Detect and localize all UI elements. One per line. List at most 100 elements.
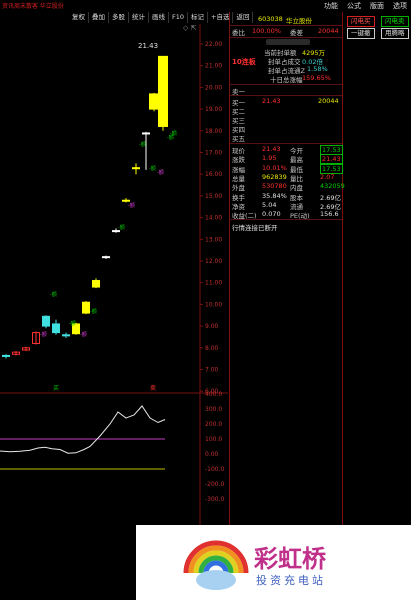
stat-value-left: 21.43 bbox=[262, 145, 281, 153]
indicator-axis-tick: -200.0 bbox=[205, 481, 225, 488]
price-axis-tick: 7.00 bbox=[205, 367, 219, 374]
stat-row: 换手 35.84% 股本 2.69亿 bbox=[230, 191, 342, 202]
toolbar-draw-button[interactable]: 画线 bbox=[149, 12, 169, 23]
stat-value-right: 432059 bbox=[320, 182, 345, 191]
candle-body[interactable] bbox=[122, 199, 130, 202]
volume-tag: -额 bbox=[170, 130, 177, 137]
toolbar-overlay-button[interactable]: 叠加 bbox=[89, 12, 109, 23]
candle-body[interactable] bbox=[132, 167, 140, 170]
toolbar-fuquan-button[interactable]: 复权 bbox=[69, 12, 89, 23]
watermark-title: 彩虹桥 bbox=[254, 545, 326, 573]
sell-signal-marker: 卖 bbox=[150, 385, 156, 392]
stat-row: 收益(二) 0.070 PE(动) 156.6 bbox=[230, 210, 342, 220]
toolbar-f10-button[interactable]: F10 bbox=[169, 12, 189, 23]
indicator-axis-tick: 200.0 bbox=[205, 421, 222, 428]
buy1-price: 21.43 bbox=[262, 97, 281, 105]
quote-panel: 603038 华立股份 委比 100.00% 委差 20044 10连板 当前封… bbox=[229, 12, 345, 600]
indicator-axis-tick: 100.0 bbox=[205, 436, 222, 443]
weibi-label: 委比 bbox=[232, 29, 245, 37]
stat-value-left: 0.070 bbox=[262, 210, 281, 219]
volume-tag: -额 bbox=[139, 141, 146, 148]
strategy-button[interactable]: 用腾略 bbox=[381, 28, 409, 39]
toolbar-stats-button[interactable]: 统计 bbox=[129, 12, 149, 23]
candle-body[interactable] bbox=[82, 301, 90, 314]
fengdan-value-3: 159.65% bbox=[302, 74, 331, 82]
candle-body[interactable] bbox=[158, 55, 168, 127]
stat-value-left: 1.95 bbox=[262, 154, 277, 163]
fengdan-label-3: 十日总涨幅 bbox=[270, 76, 303, 84]
candle-body[interactable] bbox=[42, 315, 50, 327]
menu-bar: 资讯周末散客 华立股份 功能 公式 版面 选项 bbox=[0, 0, 411, 11]
cancel-all-button[interactable]: 一键撤 bbox=[347, 28, 375, 39]
stat-row: 总量 962839 量比 2.07 bbox=[230, 172, 342, 183]
top-menu: 功能 公式 版面 选项 bbox=[324, 1, 407, 11]
flash-sell-button[interactable]: 闪电卖 bbox=[381, 16, 409, 27]
volume-tag: -额 bbox=[149, 165, 156, 172]
stat-value-right: 2.07 bbox=[320, 172, 335, 181]
price-axis-tick: 10.00 bbox=[205, 301, 222, 308]
watermark-subtitle: 投资充电站 bbox=[256, 574, 326, 587]
menu-item-formula[interactable]: 公式 bbox=[347, 1, 361, 11]
weicha-value: 20044 bbox=[318, 27, 339, 35]
volume-tag: -额 bbox=[157, 169, 164, 176]
stat-value-left: 962839 bbox=[262, 172, 287, 181]
stat-row: 外盘 530780 内盘 432059 bbox=[230, 182, 345, 192]
high-price-label: 21.43 bbox=[138, 42, 158, 50]
stat-row: 现价 21.43 今开 17.53 bbox=[230, 145, 343, 155]
stat-row: 涨幅 10.01% 最低 17.53 bbox=[230, 163, 343, 174]
order-ratio-bar bbox=[266, 39, 310, 45]
price-axis-tick: 12.00 bbox=[205, 258, 222, 265]
candle-body[interactable] bbox=[2, 354, 10, 357]
candle-body[interactable] bbox=[62, 334, 70, 337]
candle-body[interactable] bbox=[92, 280, 100, 288]
menu-item-options[interactable]: 选项 bbox=[393, 1, 407, 11]
chart-toolbar: 复权 叠加 多股 统计 画线 F10 标记 +自选 返回 bbox=[69, 12, 254, 23]
candle-body[interactable] bbox=[102, 256, 110, 259]
weibi-value: 100.00% bbox=[252, 27, 281, 35]
menu-item-function[interactable]: 功能 bbox=[324, 1, 338, 11]
price-axis-tick: 9.00 bbox=[205, 323, 219, 330]
volume-tag: -额 bbox=[80, 331, 87, 338]
volume-tag: -额 bbox=[69, 320, 76, 327]
candle-body[interactable] bbox=[149, 93, 159, 110]
indicator-axis-tick: -100.0 bbox=[205, 466, 225, 473]
watermark-logo: 彩虹桥 投资充电站 bbox=[136, 525, 411, 600]
price-axis-tick: 19.00 bbox=[205, 106, 222, 113]
price-axis-tick: 17.00 bbox=[205, 150, 222, 157]
price-axis-tick: 15.00 bbox=[205, 193, 222, 200]
price-axis-tick: 20.00 bbox=[205, 84, 222, 91]
toolbar-multi-stock-button[interactable]: 多股 bbox=[109, 12, 129, 23]
stat-value-left: 530780 bbox=[262, 182, 287, 191]
volume-tag: -额 bbox=[90, 308, 97, 315]
buy5-label: 买五 bbox=[232, 135, 245, 143]
candle-body[interactable] bbox=[142, 132, 150, 135]
volume-tag: -额 bbox=[50, 291, 57, 298]
price-axis-tick: 16.00 bbox=[205, 171, 222, 178]
indicator-line bbox=[0, 405, 166, 454]
stock-name: 华立股份 bbox=[286, 17, 312, 25]
buy1-volume: 20044 bbox=[318, 97, 339, 105]
fengdan-value-2: 1.58% bbox=[307, 65, 328, 73]
price-axis-tick: 11.00 bbox=[205, 280, 222, 287]
price-axis-tick: 18.00 bbox=[205, 128, 222, 135]
flash-buy-button[interactable]: 闪电买 bbox=[347, 16, 375, 27]
indicator-axis-tick: 300.0 bbox=[205, 406, 222, 413]
indicator-axis-tick: 0.00 bbox=[205, 451, 219, 458]
window-title: 资讯周末散客 华立股份 bbox=[2, 3, 64, 10]
price-axis-tick: 14.00 bbox=[205, 215, 222, 222]
candlestick-chart[interactable]: 22.00 21.00 20.00 19.00 18.00 17.00 16.00 15.00… bbox=[0, 24, 228, 600]
connection-status: 行情连接已断开 bbox=[232, 224, 278, 232]
menu-item-layout[interactable]: 版面 bbox=[370, 1, 384, 11]
price-axis-tick: 8.00 bbox=[205, 345, 219, 352]
rainbow-logo-icon bbox=[183, 540, 249, 590]
stat-value-left: 5.04 bbox=[262, 200, 277, 209]
stat-value-left: 35.84% bbox=[262, 191, 287, 200]
volume-tag: -额 bbox=[118, 224, 125, 231]
stock-code: 603038 bbox=[258, 15, 283, 23]
volume-tag: -额 bbox=[128, 202, 135, 209]
stat-row: 净资 5.04 流通 2.69亿 bbox=[230, 200, 342, 211]
toolbar-mark-button[interactable]: 标记 bbox=[188, 12, 209, 23]
stat-value-right: 156.6 bbox=[320, 210, 339, 219]
candle-body[interactable] bbox=[52, 323, 60, 334]
volume-tag: -额 bbox=[40, 331, 47, 338]
